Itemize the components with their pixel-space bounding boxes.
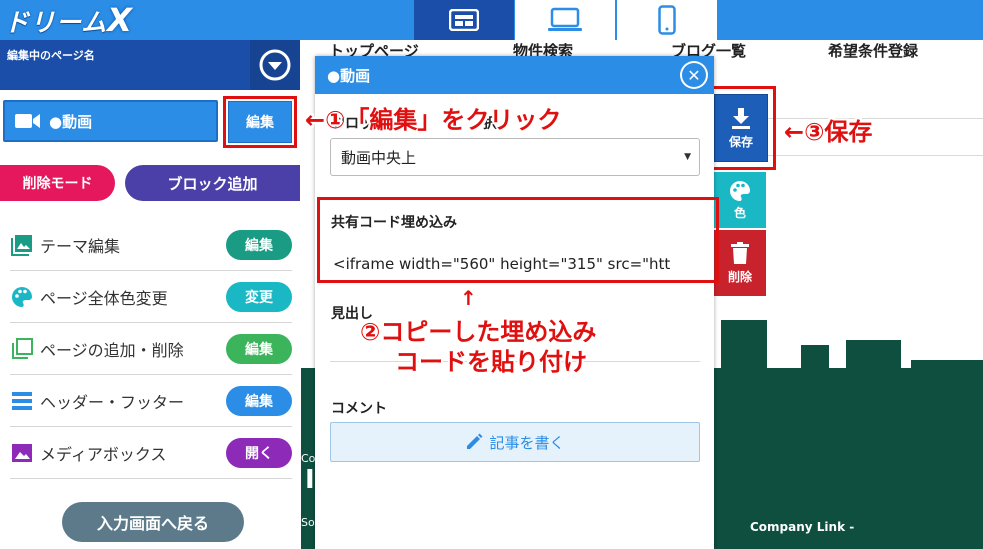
video-block-label: ●動画: [49, 112, 93, 131]
company-link[interactable]: Company Link -: [750, 520, 854, 534]
pages-icon: [10, 337, 34, 361]
menu-row-media: メディアボックス 開く: [10, 428, 292, 479]
delete-button[interactable]: 削除: [714, 230, 766, 296]
header-footer-icon: [10, 389, 34, 413]
color-label: 色: [733, 205, 746, 220]
edit-block-button[interactable]: 編集: [228, 101, 292, 143]
menu-row-pages: ページの追加・削除 編集: [10, 324, 292, 375]
chevron-down-icon: ▼: [684, 152, 691, 162]
image-icon: [10, 233, 34, 257]
write-article-button[interactable]: 記事を書く: [330, 422, 700, 462]
tablet-view-button[interactable]: [414, 0, 514, 40]
save-button[interactable]: 保存: [714, 94, 768, 162]
left-panel: 編集中のページ名 ●動画 編集 削除モード ブロック追加 テーマ編集 編集 ペー…: [0, 40, 300, 549]
page-color-change-button[interactable]: 変更: [226, 282, 292, 312]
app-logo: ドリームX: [4, 1, 133, 39]
palette-icon: [730, 180, 750, 201]
page-name-label: 編集中のページ名: [7, 49, 95, 62]
layout-select[interactable]: 動画中央上 ▼: [330, 138, 700, 176]
top-bar: ドリームX: [0, 0, 983, 40]
close-icon: ✕: [682, 63, 706, 87]
media-icon: [10, 441, 34, 465]
color-button[interactable]: 色: [714, 172, 766, 228]
annotation-step3: ←③保存: [784, 118, 873, 146]
menu-row-header-footer: ヘッダー・フッター 編集: [10, 376, 292, 427]
header-footer-edit-button[interactable]: 編集: [226, 386, 292, 416]
menu-label: ヘッダー・フッター: [40, 393, 185, 412]
phone-view-button[interactable]: [617, 0, 717, 40]
back-to-input-button[interactable]: 入力画面へ戻る: [62, 502, 244, 542]
save-label: 保存: [728, 134, 753, 149]
highlight-box-edit: 編集: [223, 96, 297, 148]
menu-label: メディアボックス: [40, 445, 167, 464]
delete-mode-button[interactable]: 削除モード: [0, 165, 115, 201]
annotation-step2-line2: コードを貼り付け: [395, 348, 587, 376]
media-open-button[interactable]: 開く: [226, 438, 292, 468]
page-select-button[interactable]: [250, 40, 300, 90]
hero-small-text: Co: [301, 452, 316, 465]
pages-edit-button[interactable]: 編集: [226, 334, 292, 364]
annotation-step1: ←①「編集」をクリック: [305, 106, 562, 134]
highlight-box-share-code: [317, 197, 719, 283]
annotation-arrow-up: ↑: [460, 286, 477, 310]
pencil-icon: [467, 433, 483, 449]
palette-icon: [10, 285, 34, 309]
hero-subtext: So: [301, 516, 315, 529]
highlight-box-save: 保存: [706, 86, 776, 170]
modal-title: ●動画: [327, 66, 371, 85]
tablet-icon: [449, 9, 479, 31]
nav-item-wish-register[interactable]: 希望条件登録: [828, 40, 918, 61]
laptop-icon: [548, 7, 582, 31]
modal-close-button[interactable]: ✕: [680, 61, 708, 89]
hero-title: I: [305, 465, 315, 495]
menu-row-page-color: ページ全体色変更 変更: [10, 272, 292, 323]
video-block-item[interactable]: ●動画: [3, 100, 218, 142]
download-icon: [732, 107, 750, 129]
chevron-down-circle-icon: [259, 49, 291, 81]
video-camera-icon: [15, 114, 40, 128]
skyline-building: [801, 345, 829, 370]
skyline-building: [721, 320, 767, 370]
page-name-header: 編集中のページ名: [0, 40, 300, 90]
menu-label: ページの追加・削除: [40, 341, 184, 360]
theme-edit-button[interactable]: 編集: [226, 230, 292, 260]
delete-label: 削除: [727, 269, 752, 284]
laptop-view-button[interactable]: [515, 0, 615, 40]
menu-row-theme: テーマ編集 編集: [10, 220, 292, 271]
menu-label: ページ全体色変更: [40, 289, 168, 308]
comment-label: コメント: [331, 401, 387, 417]
phone-icon: [658, 5, 676, 35]
menu-label: テーマ編集: [40, 237, 121, 256]
modal-header: ●動画 ✕: [315, 56, 714, 94]
trash-icon: [731, 241, 749, 264]
skyline-building: [846, 340, 901, 370]
add-block-button[interactable]: ブロック追加: [125, 165, 300, 201]
